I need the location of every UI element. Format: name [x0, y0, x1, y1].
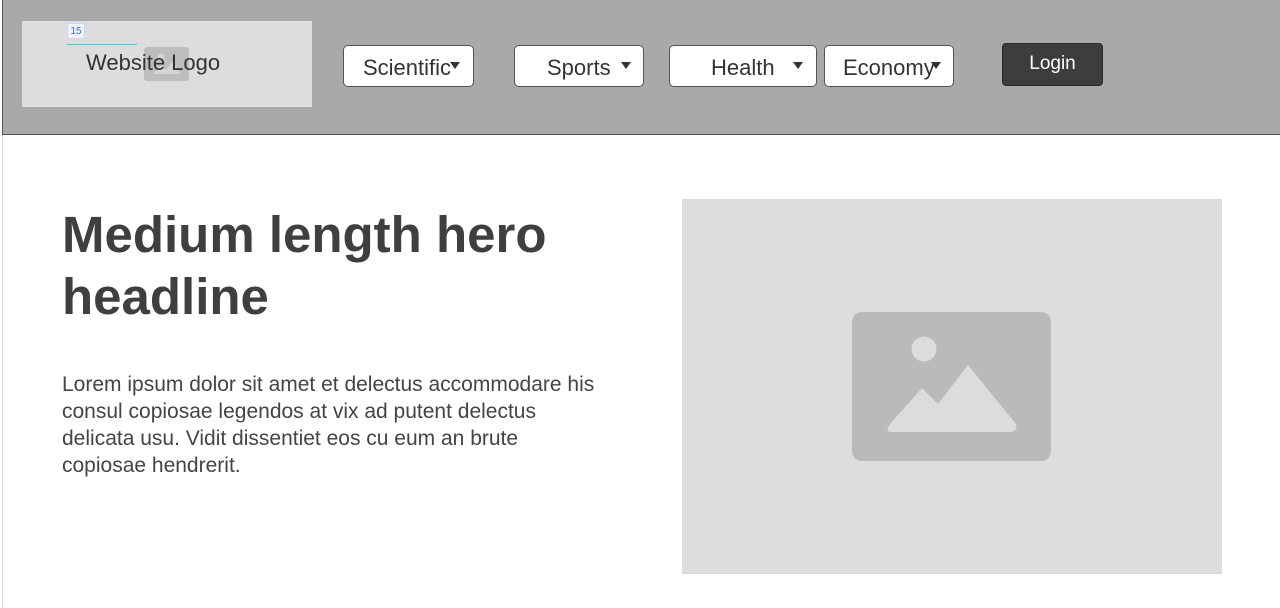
nav-dropdown-label: Scientific — [363, 55, 452, 80]
website-logo[interactable]: 15 Website Logo — [22, 21, 312, 107]
site-header: 15 Website Logo Scientific Sports Health… — [2, 0, 1280, 135]
logo-badge: 15 — [67, 23, 85, 39]
hero-headline: Medium length hero headline — [62, 206, 547, 325]
nav-dropdown-scientific[interactable]: Scientific — [343, 45, 474, 87]
hero-body-text: Lorem ipsum dolor sit amet et delectus a… — [62, 373, 595, 477]
caret-down-icon — [793, 62, 803, 69]
caret-down-icon — [621, 62, 631, 69]
image-placeholder-icon — [852, 312, 1051, 461]
nav-dropdown-economy[interactable]: Economy — [824, 45, 954, 87]
nav-dropdown-health[interactable]: Health — [669, 45, 817, 87]
logo-underline — [67, 44, 137, 45]
page: 15 Website Logo Scientific Sports Health… — [0, 0, 1280, 608]
nav-dropdown-label: Sports — [547, 55, 611, 80]
page-border — [2, 135, 3, 608]
nav-dropdown-label: Health — [711, 55, 775, 80]
login-button[interactable]: Login — [1002, 43, 1103, 86]
hero-image-placeholder — [682, 199, 1222, 574]
caret-down-icon — [931, 62, 941, 69]
nav-dropdown-sports[interactable]: Sports — [514, 45, 644, 87]
caret-down-icon — [450, 62, 460, 69]
nav-dropdown-label: Economy — [843, 55, 935, 80]
logo-text: Website Logo — [86, 50, 221, 75]
